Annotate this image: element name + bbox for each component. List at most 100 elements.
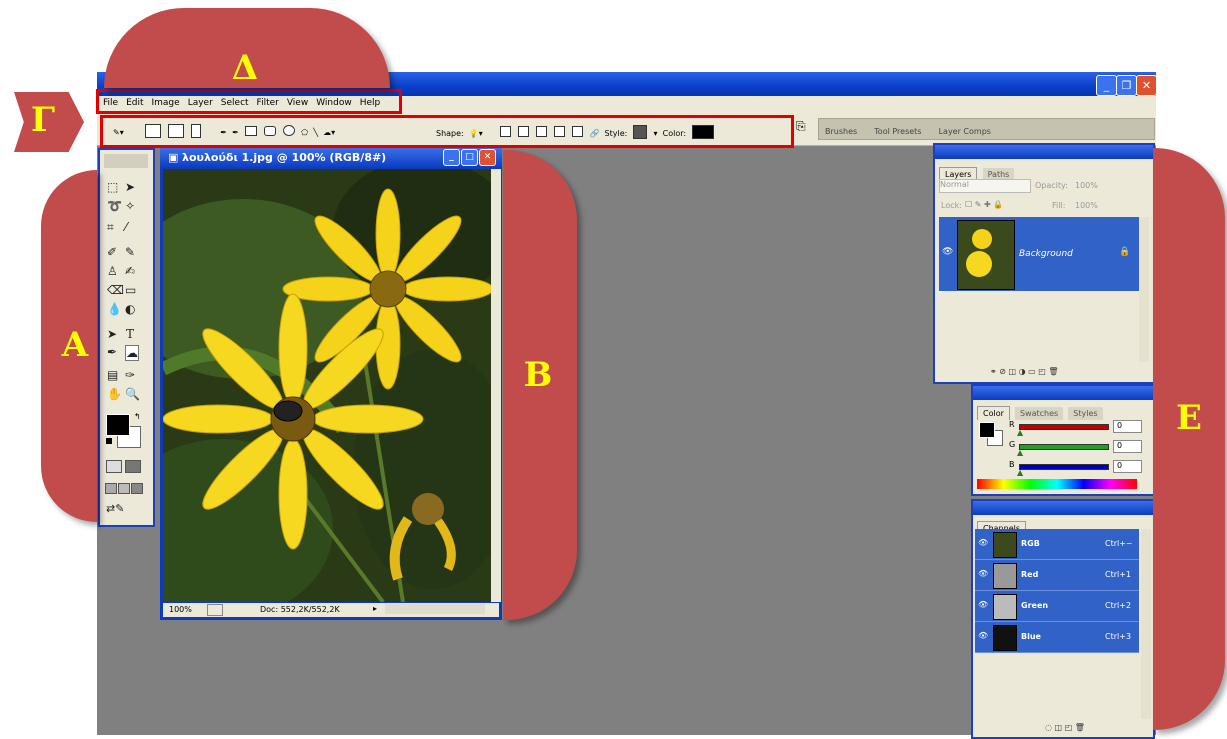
type-tool-icon[interactable]: T — [126, 327, 134, 341]
screen-mode-standard-icon[interactable] — [105, 483, 117, 494]
crop-tool-icon[interactable]: ⌗ — [107, 220, 114, 235]
path-selection-icon[interactable]: ➤ — [107, 327, 117, 341]
zoom-tool-icon[interactable]: 🔍 — [125, 387, 140, 401]
color-slider-thumb[interactable]: ▲ — [1017, 468, 1023, 477]
visibility-eye-icon[interactable]: 👁 — [942, 247, 953, 257]
jump-to-imageready-icon[interactable]: ⇄✎ — [106, 502, 124, 515]
channel-row[interactable]: 👁 Red Ctrl+1 — [975, 560, 1139, 591]
minimize-icon[interactable]: _ — [1096, 75, 1117, 96]
flower-photo — [163, 169, 491, 602]
channel-row[interactable]: 👁 RGB Ctrl+~ — [975, 529, 1139, 560]
channels-scrollbar[interactable] — [1141, 529, 1151, 719]
clone-stamp-icon[interactable]: ♙ — [107, 264, 118, 278]
lock-icons[interactable]: ☐ ✎ ✚ 🔒 — [965, 200, 1003, 209]
color-panel-titlebar — [973, 386, 1153, 400]
annotation-options-label: Γ — [30, 100, 56, 140]
move-tool-icon[interactable]: ➤ — [125, 180, 135, 194]
color-ramp[interactable] — [977, 479, 1137, 489]
channels-panel: Channels 👁RGBCtrl+~👁RedCtrl+1👁GreenCtrl+… — [971, 499, 1155, 739]
blend-mode-select[interactable]: Normal — [939, 179, 1031, 193]
doc-horizontal-scrollbar[interactable] — [385, 604, 485, 614]
fill-field[interactable]: 100% — [1075, 201, 1098, 210]
channel-name: Green — [1021, 601, 1049, 610]
annotation-tools-label: Α — [61, 325, 89, 365]
dodge-tool-icon[interactable]: ◐ — [125, 302, 135, 316]
marquee-tool-icon[interactable]: ⬚ — [107, 180, 118, 194]
color-value-field[interactable]: 0 — [1113, 420, 1142, 433]
layer-row-background[interactable]: 👁 Background 🔒 — [939, 217, 1139, 291]
color-slider-label: B — [1009, 460, 1015, 469]
channel-name: RGB — [1021, 539, 1040, 548]
opacity-field[interactable]: 100% — [1075, 181, 1098, 190]
notes-tool-icon[interactable]: ▤ — [107, 368, 118, 382]
custom-shape-icon[interactable]: ☁ — [125, 345, 139, 361]
screen-mode-menu-icon[interactable] — [118, 483, 130, 494]
color-slider-label: R — [1009, 420, 1015, 429]
slice-tool-icon[interactable]: ⁄ — [125, 220, 127, 234]
channel-name: Blue — [1021, 632, 1041, 641]
channel-row[interactable]: 👁 Blue Ctrl+3 — [975, 622, 1139, 653]
lasso-tool-icon[interactable]: ➰ — [107, 199, 122, 213]
visibility-eye-icon[interactable]: 👁 — [978, 631, 988, 640]
channels-footer-icons[interactable]: ◌ ◫ ◰ 🗑 — [1045, 723, 1085, 732]
doc-close-icon[interactable]: ✕ — [479, 149, 496, 166]
channel-shortcut: Ctrl+1 — [1105, 570, 1132, 579]
close-icon[interactable]: ✕ — [1136, 75, 1157, 96]
channel-thumbnail — [993, 532, 1017, 558]
screen-mode-full-icon[interactable] — [131, 483, 143, 494]
hand-tool-icon[interactable]: ✋ — [107, 387, 122, 401]
color-panel: Color Swatches Styles R ▲ 0 G ▲ 0 B ▲ 0 — [971, 384, 1155, 496]
eyedropper-icon[interactable]: ✑ — [125, 368, 135, 382]
status-menu-arrow-icon[interactable]: ▸ — [373, 604, 377, 613]
channel-shortcut: Ctrl+3 — [1105, 632, 1132, 641]
well-tab-tool-presets[interactable]: Tool Presets — [868, 123, 927, 138]
image-canvas[interactable] — [163, 169, 491, 602]
healing-brush-icon[interactable]: ✐ — [107, 245, 117, 259]
status-icon[interactable] — [207, 604, 223, 616]
color-slider-track[interactable] — [1019, 444, 1109, 450]
tab-swatches[interactable]: Swatches — [1014, 407, 1064, 420]
color-value-field[interactable]: 0 — [1113, 440, 1142, 453]
quick-mask-icon[interactable] — [125, 460, 141, 473]
tab-color[interactable]: Color — [977, 406, 1010, 420]
visibility-eye-icon[interactable]: 👁 — [978, 600, 988, 609]
layers-footer-icons[interactable]: ⚭ ⊘ ◫ ◑ ▭ ◰ 🗑 — [990, 367, 1058, 376]
layers-scrollbar[interactable] — [1139, 217, 1149, 362]
pen-icon[interactable]: ✒ — [107, 345, 117, 359]
blur-tool-icon[interactable]: 💧 — [107, 302, 122, 316]
default-colors-icon[interactable] — [106, 438, 112, 444]
layer-thumbnail — [957, 220, 1015, 290]
visibility-eye-icon[interactable]: 👁 — [978, 569, 988, 578]
channel-shortcut: Ctrl+2 — [1105, 601, 1132, 610]
go-to-bridge-icon[interactable]: ⎘ — [796, 119, 806, 134]
standard-mode-icon[interactable] — [106, 460, 122, 473]
visibility-eye-icon[interactable]: 👁 — [978, 538, 988, 547]
history-brush-icon[interactable]: ✍ — [125, 264, 135, 278]
layers-panel: Layers Paths Normal Opacity: 100% Lock: … — [933, 143, 1155, 384]
magic-wand-icon[interactable]: ✧ — [125, 199, 135, 213]
zoom-field[interactable]: 100% — [169, 605, 192, 614]
channel-thumbnail — [993, 563, 1017, 589]
gradient-tool-icon[interactable]: ▭ — [125, 283, 136, 297]
doc-minimize-icon[interactable]: _ — [443, 149, 460, 166]
well-tab-brushes[interactable]: Brushes — [819, 123, 863, 138]
brush-tool-icon[interactable]: ✎ — [125, 245, 135, 259]
well-tab-layer-comps[interactable]: Layer Comps — [933, 123, 997, 138]
channel-thumbnail — [993, 594, 1017, 620]
doc-vertical-scrollbar[interactable] — [491, 169, 501, 602]
eraser-tool-icon[interactable]: ⌫ — [107, 283, 124, 297]
color-slider-track[interactable] — [1019, 464, 1109, 470]
color-value-field[interactable]: 0 — [1113, 460, 1142, 473]
doc-maximize-icon[interactable]: □ — [461, 149, 478, 166]
restore-icon[interactable]: ❐ — [1116, 75, 1137, 96]
color-slider-thumb[interactable]: ▲ — [1017, 428, 1023, 437]
color-slider-track[interactable] — [1019, 424, 1109, 430]
channel-row[interactable]: 👁 Green Ctrl+2 — [975, 591, 1139, 622]
color-slider-thumb[interactable]: ▲ — [1017, 448, 1023, 457]
toolbox: ⬚ ➤ ➰ ✧ ⌗ ⁄ ✐ ✎ ♙ ✍ ⌫ ▭ 💧 ◐ ➤ T ✒ ☁ ▤ ✑ … — [98, 148, 155, 527]
swap-colors-icon[interactable]: ↰ — [134, 412, 141, 421]
options-highlight — [100, 115, 794, 148]
color-fg-overlay — [979, 422, 995, 438]
tab-styles[interactable]: Styles — [1068, 407, 1103, 420]
layer-lock-icon: 🔒 — [1119, 247, 1131, 257]
